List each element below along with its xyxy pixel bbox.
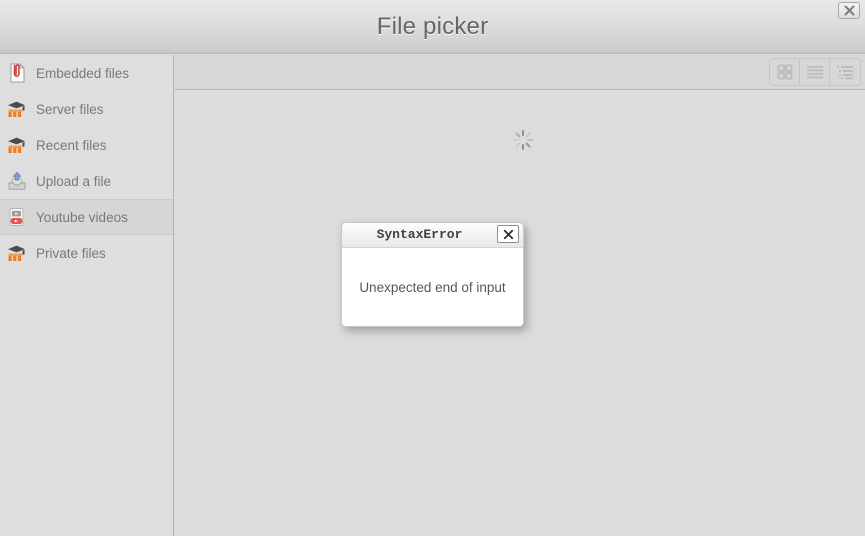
list-view-icon bbox=[806, 66, 823, 79]
sidebar-item-embedded-files[interactable]: Embedded files bbox=[0, 55, 173, 91]
sidebar-item-label: Private files bbox=[36, 245, 106, 261]
dialog-title: SyntaxError bbox=[376, 227, 463, 242]
window-header: File picker bbox=[0, 0, 865, 54]
close-icon bbox=[844, 5, 854, 16]
loading-spinner-icon bbox=[513, 130, 533, 150]
sidebar-item-label: Server files bbox=[36, 101, 104, 117]
moodle-logo-icon bbox=[8, 101, 25, 117]
file-picker-window: File picker Embedded files Server files … bbox=[0, 0, 865, 536]
grid-view-icon bbox=[777, 64, 792, 80]
file-picker-toolbar bbox=[175, 55, 865, 90]
dialog-body: Unexpected end of input bbox=[342, 248, 523, 326]
error-dialog: SyntaxError Unexpected end of input bbox=[341, 222, 524, 327]
tree-view-icon bbox=[837, 66, 853, 80]
sidebar-item-youtube-videos[interactable]: Youtube videos bbox=[0, 199, 173, 235]
document-paperclip-icon bbox=[10, 63, 25, 83]
icon-view-button[interactable] bbox=[770, 59, 800, 85]
sidebar-item-label: Recent files bbox=[36, 137, 107, 153]
dialog-message: Unexpected end of input bbox=[359, 280, 506, 295]
sidebar-item-server-files[interactable]: Server files bbox=[0, 91, 173, 127]
dialog-close-button[interactable] bbox=[497, 225, 519, 243]
sidebar-item-private-files[interactable]: Private files bbox=[0, 235, 173, 271]
upload-icon bbox=[8, 171, 26, 190]
sidebar-item-label: Upload a file bbox=[36, 173, 112, 189]
list-view-button[interactable] bbox=[800, 59, 830, 85]
sidebar-item-label: Youtube videos bbox=[36, 209, 128, 225]
sidebar-item-recent-files[interactable]: Recent files bbox=[0, 127, 173, 163]
sidebar-item-label: Embedded files bbox=[36, 65, 130, 81]
moodle-logo-icon bbox=[8, 137, 25, 153]
page-title: File picker bbox=[376, 13, 489, 40]
dialog-titlebar: SyntaxError bbox=[342, 223, 523, 248]
window-close-button[interactable] bbox=[838, 2, 860, 19]
view-mode-group bbox=[769, 58, 861, 86]
close-icon bbox=[503, 229, 513, 239]
tree-view-button[interactable] bbox=[830, 59, 860, 85]
sidebar: Embedded files Server files Recent files… bbox=[0, 55, 174, 536]
youtube-icon bbox=[9, 208, 24, 226]
sidebar-item-upload-a-file[interactable]: Upload a file bbox=[0, 163, 173, 199]
moodle-logo-icon bbox=[8, 245, 25, 261]
